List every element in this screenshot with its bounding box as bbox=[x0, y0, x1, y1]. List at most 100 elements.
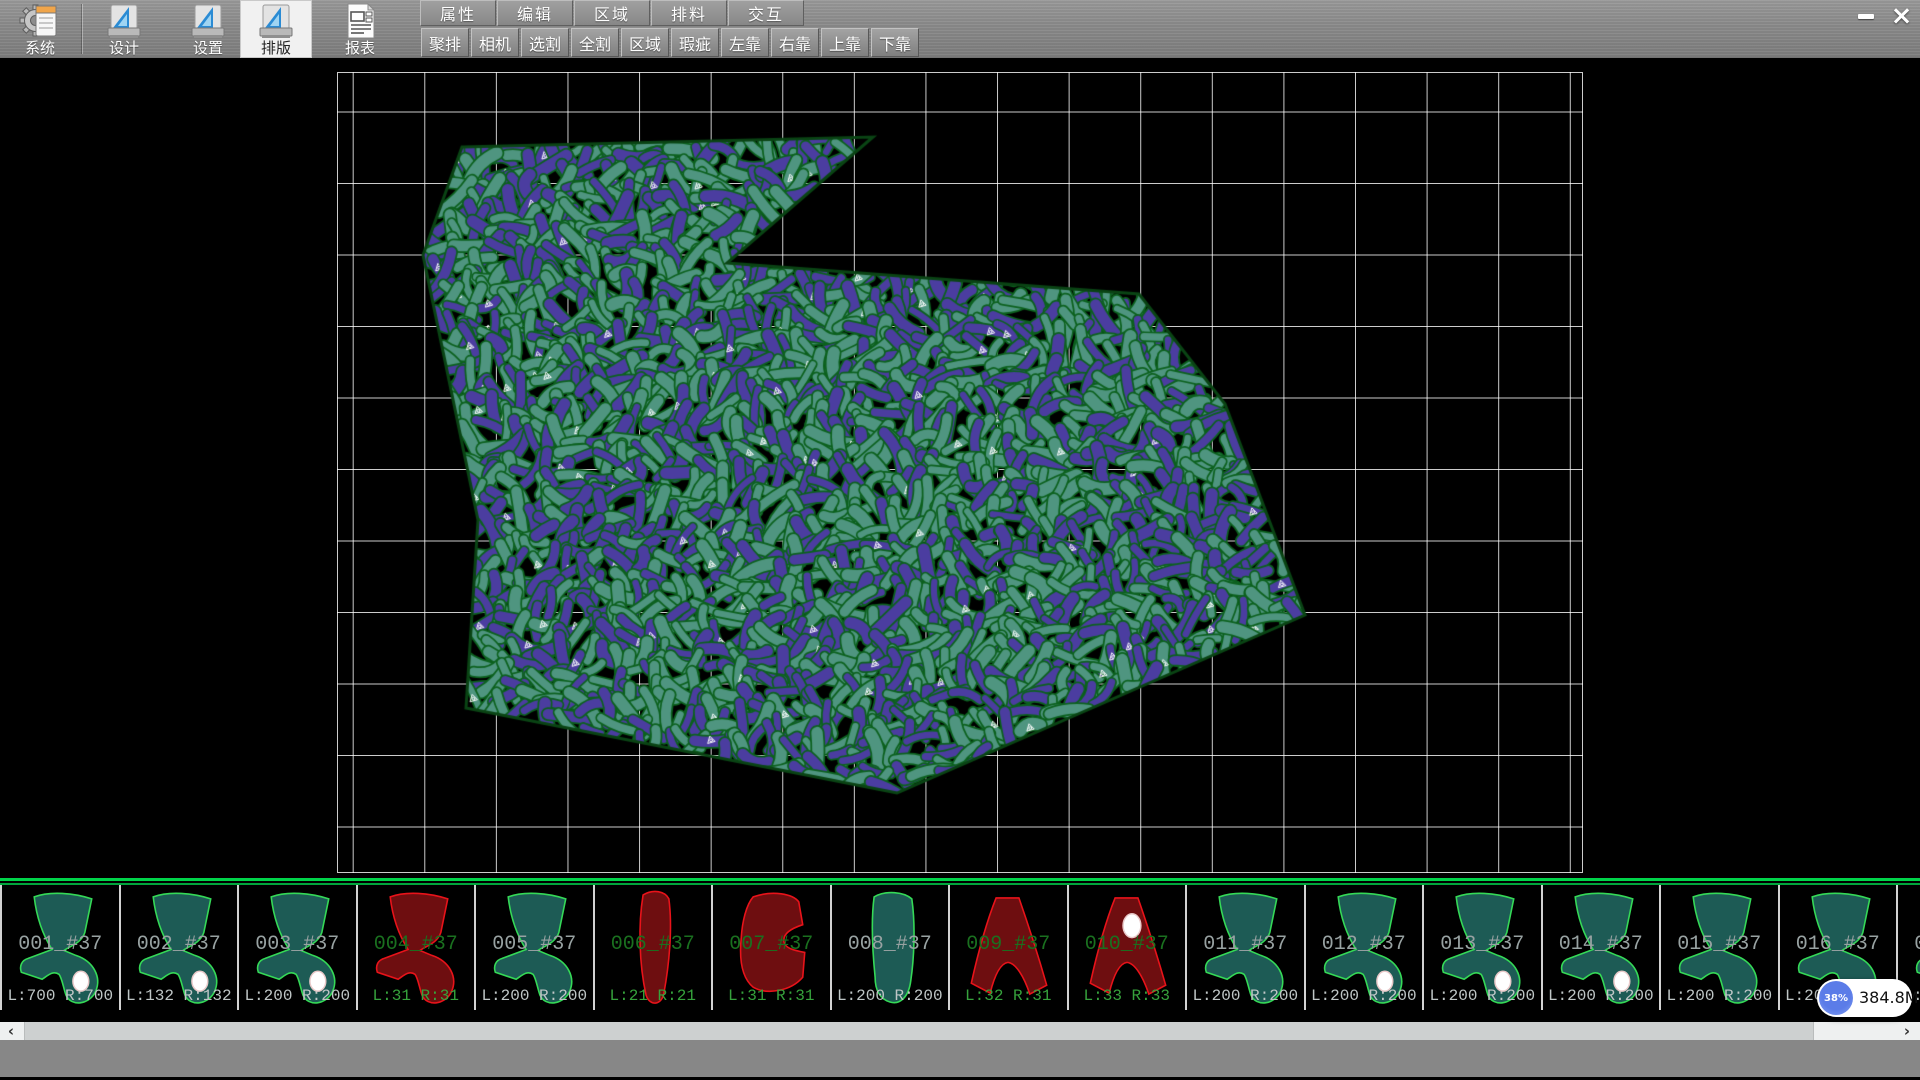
piece-lr-count: L:200 R:200 bbox=[1543, 987, 1660, 1005]
piece-thumbnail-4[interactable]: 004_#37 L:31 R:31 bbox=[356, 885, 475, 1010]
piece-name: 015_#37 bbox=[1661, 933, 1778, 956]
piece-lr-count: L:200 R:200 bbox=[239, 987, 356, 1005]
tool-button-9[interactable]: 上靠 bbox=[821, 28, 869, 57]
piece-lr-count: L:31 R:31 bbox=[713, 987, 830, 1005]
piece-name: 014_#37 bbox=[1543, 933, 1660, 956]
horizontal-scrollbar[interactable]: ‹ › bbox=[0, 1022, 1920, 1040]
tool-button-8[interactable]: 右靠 bbox=[771, 28, 819, 57]
module-label: 报表 bbox=[324, 40, 396, 56]
progress-percent: 38% bbox=[1824, 993, 1848, 1004]
module-button-2[interactable]: 设计 bbox=[88, 0, 160, 58]
module-button-5[interactable]: 报表 bbox=[324, 0, 396, 58]
nesting-canvas[interactable] bbox=[0, 58, 1920, 878]
piece-lr-count: L:21 R:21 bbox=[595, 987, 712, 1005]
piece-thumbnail-2[interactable]: 002_#37 L:132 R:132 bbox=[119, 885, 238, 1010]
piece-thumbnail-8[interactable]: 008_#37 L:200 R:200 bbox=[830, 885, 949, 1010]
tool-button-5[interactable]: 区域 bbox=[621, 28, 669, 57]
tool-button-2[interactable]: 相机 bbox=[471, 28, 519, 57]
tool-button-7[interactable]: 左靠 bbox=[721, 28, 769, 57]
status-bar bbox=[0, 1040, 1920, 1077]
piece-thumbnail-5[interactable]: 005_#37 L:200 R:200 bbox=[474, 885, 593, 1010]
module-label: 系统 bbox=[4, 40, 76, 56]
piece-name: 013_#37 bbox=[1424, 933, 1541, 956]
piece-name: 005_#37 bbox=[476, 933, 593, 956]
tool-button-4[interactable]: 全割 bbox=[571, 28, 619, 57]
module-button-3[interactable]: 设置 bbox=[172, 0, 244, 58]
tool-button-1[interactable]: 聚排 bbox=[421, 28, 469, 57]
module-label: 设计 bbox=[88, 40, 160, 56]
main-toolbar: 系统 设计 设置 排版 bbox=[0, 0, 1920, 58]
piece-lr-count: L:200 R:200 bbox=[832, 987, 949, 1005]
piece-name: 004_#37 bbox=[358, 933, 475, 956]
piece-lr-count: L:200 R:200 bbox=[1661, 987, 1778, 1005]
minimize-icon bbox=[1858, 14, 1874, 19]
system-gear-icon bbox=[18, 2, 62, 40]
piece-name: 011_#37 bbox=[1187, 933, 1304, 956]
minimize-button[interactable] bbox=[1849, 2, 1882, 30]
scrollbar-thumb[interactable] bbox=[24, 1022, 1814, 1040]
tool-button-3[interactable]: 选割 bbox=[521, 28, 569, 57]
piece-lr-count: L:31 R:31 bbox=[358, 987, 475, 1005]
report-doc-icon bbox=[338, 2, 382, 40]
piece-thumbnail-13[interactable]: 013_#37 L:200 R:200 bbox=[1422, 885, 1541, 1010]
menu-row: 属性编辑区域排料交互 bbox=[420, 0, 805, 27]
piece-name: 009_#37 bbox=[950, 933, 1067, 956]
memory-value: 384.8M bbox=[1859, 979, 1919, 1017]
menu-button-2[interactable]: 编辑 bbox=[497, 0, 573, 26]
piece-thumbnail-3[interactable]: 003_#37 L:200 R:200 bbox=[237, 885, 356, 1010]
piece-thumbnail-14[interactable]: 014_#37 L:200 R:200 bbox=[1541, 885, 1660, 1010]
tool-button-6[interactable]: 瑕疵 bbox=[671, 28, 719, 57]
piece-name: 003_#37 bbox=[239, 933, 356, 956]
piece-thumbnail-7[interactable]: 007_#37 L:31 R:31 bbox=[711, 885, 830, 1010]
piece-thumbnail-9[interactable]: 009_#37 L:32 R:31 bbox=[948, 885, 1067, 1010]
tool-row: 聚排相机选割全割区域瑕疵左靠右靠上靠下靠 bbox=[421, 28, 921, 57]
piece-name: 001_#37 bbox=[2, 933, 119, 956]
memory-progress-pill[interactable]: 38% 384.8M bbox=[1817, 979, 1912, 1017]
piece-lr-count: L:200 R:200 bbox=[1187, 987, 1304, 1005]
piece-name: 010_#37 bbox=[1069, 933, 1186, 956]
piece-thumbnail-6[interactable]: 006_#37 L:21 R:21 bbox=[593, 885, 712, 1010]
piece-name: 007_#37 bbox=[713, 933, 830, 956]
scroll-left-arrow-icon[interactable]: ‹ bbox=[0, 1022, 22, 1040]
piece-lr-count: L:200 R:200 bbox=[1424, 987, 1541, 1005]
set-square-icon bbox=[186, 2, 230, 40]
menu-button-5[interactable]: 交互 bbox=[728, 0, 804, 26]
app-window: 系统 设计 设置 排版 bbox=[0, 0, 1920, 1080]
piece-name: 008_#37 bbox=[832, 933, 949, 956]
piece-lr-count: L:700 R:700 bbox=[2, 987, 119, 1005]
piece-name: 016_#37 bbox=[1780, 933, 1897, 956]
piece-lr-count: L:200 R:200 bbox=[476, 987, 593, 1005]
piece-thumbnail-15[interactable]: 015_#37 L:200 R:200 bbox=[1659, 885, 1778, 1010]
toolbar-divider bbox=[82, 4, 83, 54]
piece-lr-count: L:132 R:132 bbox=[121, 987, 238, 1005]
piece-lr-count: L:32 R:31 bbox=[950, 987, 1067, 1005]
pieces-bar: 001_#37 L:700 R:700 002_#37 L:132 R:132 … bbox=[0, 878, 1920, 1010]
module-button-4[interactable]: 排版 bbox=[240, 0, 312, 58]
piece-name: 012_#37 bbox=[1306, 933, 1423, 956]
set-square-icon bbox=[254, 2, 298, 40]
close-button[interactable]: × bbox=[1885, 2, 1918, 30]
scroll-right-arrow-icon[interactable]: › bbox=[1896, 1022, 1918, 1040]
menu-button-1[interactable]: 属性 bbox=[420, 0, 496, 26]
set-square-icon bbox=[102, 2, 146, 40]
piece-name: 017_#37 bbox=[1898, 933, 1920, 956]
piece-lr-count: L:200 R:200 bbox=[1306, 987, 1423, 1005]
menu-button-4[interactable]: 排料 bbox=[651, 0, 727, 26]
menu-button-3[interactable]: 区域 bbox=[574, 0, 650, 26]
piece-thumbnail-11[interactable]: 011_#37 L:200 R:200 bbox=[1185, 885, 1304, 1010]
piece-lr-count: L:33 R:33 bbox=[1069, 987, 1186, 1005]
nesting-canvas-area bbox=[0, 58, 1920, 878]
piece-thumbnail-10[interactable]: 010_#37 L:33 R:33 bbox=[1067, 885, 1186, 1010]
module-button-1[interactable]: 系统 bbox=[4, 0, 76, 58]
tool-button-10[interactable]: 下靠 bbox=[871, 28, 919, 57]
piece-thumbnail-list: 001_#37 L:700 R:700 002_#37 L:132 R:132 … bbox=[0, 885, 1920, 1010]
progress-circle-icon: 38% bbox=[1819, 981, 1853, 1015]
module-label: 设置 bbox=[172, 40, 244, 56]
piece-name: 006_#37 bbox=[595, 933, 712, 956]
module-label: 排版 bbox=[240, 40, 312, 56]
piece-thumbnail-1[interactable]: 001_#37 L:700 R:700 bbox=[0, 885, 119, 1010]
piece-thumbnail-12[interactable]: 012_#37 L:200 R:200 bbox=[1304, 885, 1423, 1010]
pieces-bar-top-line bbox=[0, 878, 1920, 881]
close-icon: × bbox=[1891, 3, 1913, 29]
piece-name: 002_#37 bbox=[121, 933, 238, 956]
